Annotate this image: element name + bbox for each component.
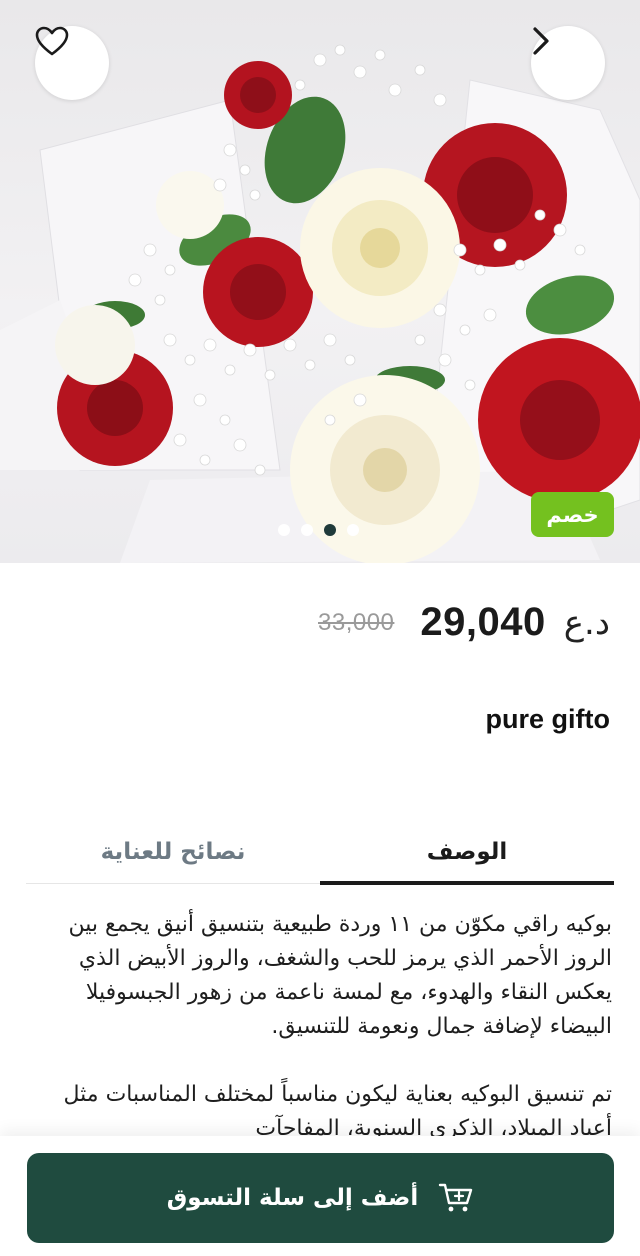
tab-description[interactable]: الوصف [320, 820, 614, 885]
carousel-dot[interactable] [278, 524, 290, 536]
add-to-cart-button[interactable]: أضف إلى سلة التسوق [27, 1153, 614, 1243]
product-image-carousel[interactable]: خصم [0, 0, 640, 563]
next-image-button[interactable] [531, 26, 605, 100]
product-tabs: الوصف نصائح للعناية [26, 820, 614, 885]
add-to-cart-label: أضف إلى سلة التسوق [166, 1185, 419, 1211]
current-price: 29,040 [420, 600, 546, 644]
carousel-dot[interactable] [301, 524, 313, 536]
description-paragraph: بوكيه راقي مكوّن من ١١ وردة طبيعية بتنسي… [68, 912, 612, 1039]
tab-care-tips-label: نصائح للعناية [100, 838, 246, 865]
chevron-right-icon [533, 27, 549, 55]
discount-badge: خصم [531, 492, 614, 537]
old-price: 33,000 [318, 608, 395, 636]
cart-plus-icon [439, 1183, 473, 1212]
bottom-action-bar: أضف إلى سلة التسوق [0, 1136, 640, 1256]
currency-label: د.ع [563, 602, 610, 643]
carousel-dot-active[interactable] [324, 524, 336, 536]
tab-care-tips[interactable]: نصائح للعناية [26, 820, 320, 883]
description-paragraph: تم تنسيق البوكيه بعناية ليكون مناسباً لم… [63, 1082, 613, 1140]
product-description: بوكيه راقي مكوّن من ١١ وردة طبيعية بتنسي… [40, 908, 613, 1140]
carousel-indicator [278, 524, 359, 536]
tab-description-label: الوصف [426, 838, 508, 865]
heart-outline-icon [35, 26, 69, 56]
brand-name[interactable]: pure gifto [486, 704, 610, 735]
carousel-dot[interactable] [347, 524, 359, 536]
favorite-button[interactable] [35, 26, 109, 100]
price-row: 33,000 29,040 د.ع [318, 600, 610, 645]
